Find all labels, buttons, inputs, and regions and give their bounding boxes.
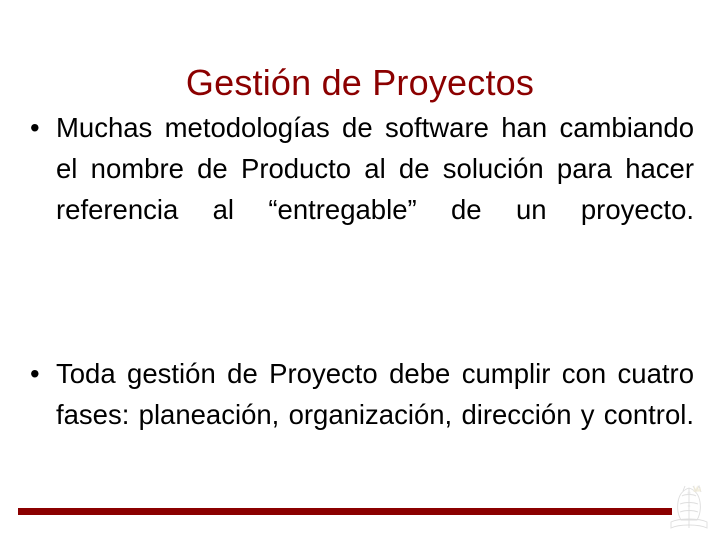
list-item: • Muchas metodologías de software han ca… <box>22 107 694 271</box>
institutional-crest-icon <box>665 482 713 534</box>
page-title: Gestión de Proyectos <box>185 62 535 104</box>
list-item-text: Toda gestión de Proyecto debe cumplir co… <box>56 358 694 430</box>
slide: Gestión de Proyectos • Muchas metodologí… <box>0 0 720 540</box>
bullet-icon: • <box>30 112 40 143</box>
list-item-text: Muchas metodologías de software han camb… <box>56 112 694 225</box>
footer-divider <box>18 508 672 515</box>
bullet-icon: • <box>30 358 40 389</box>
slide-body: • Muchas metodologías de software han ca… <box>22 107 694 476</box>
list-item: • Toda gestión de Proyecto debe cumplir … <box>22 353 694 476</box>
